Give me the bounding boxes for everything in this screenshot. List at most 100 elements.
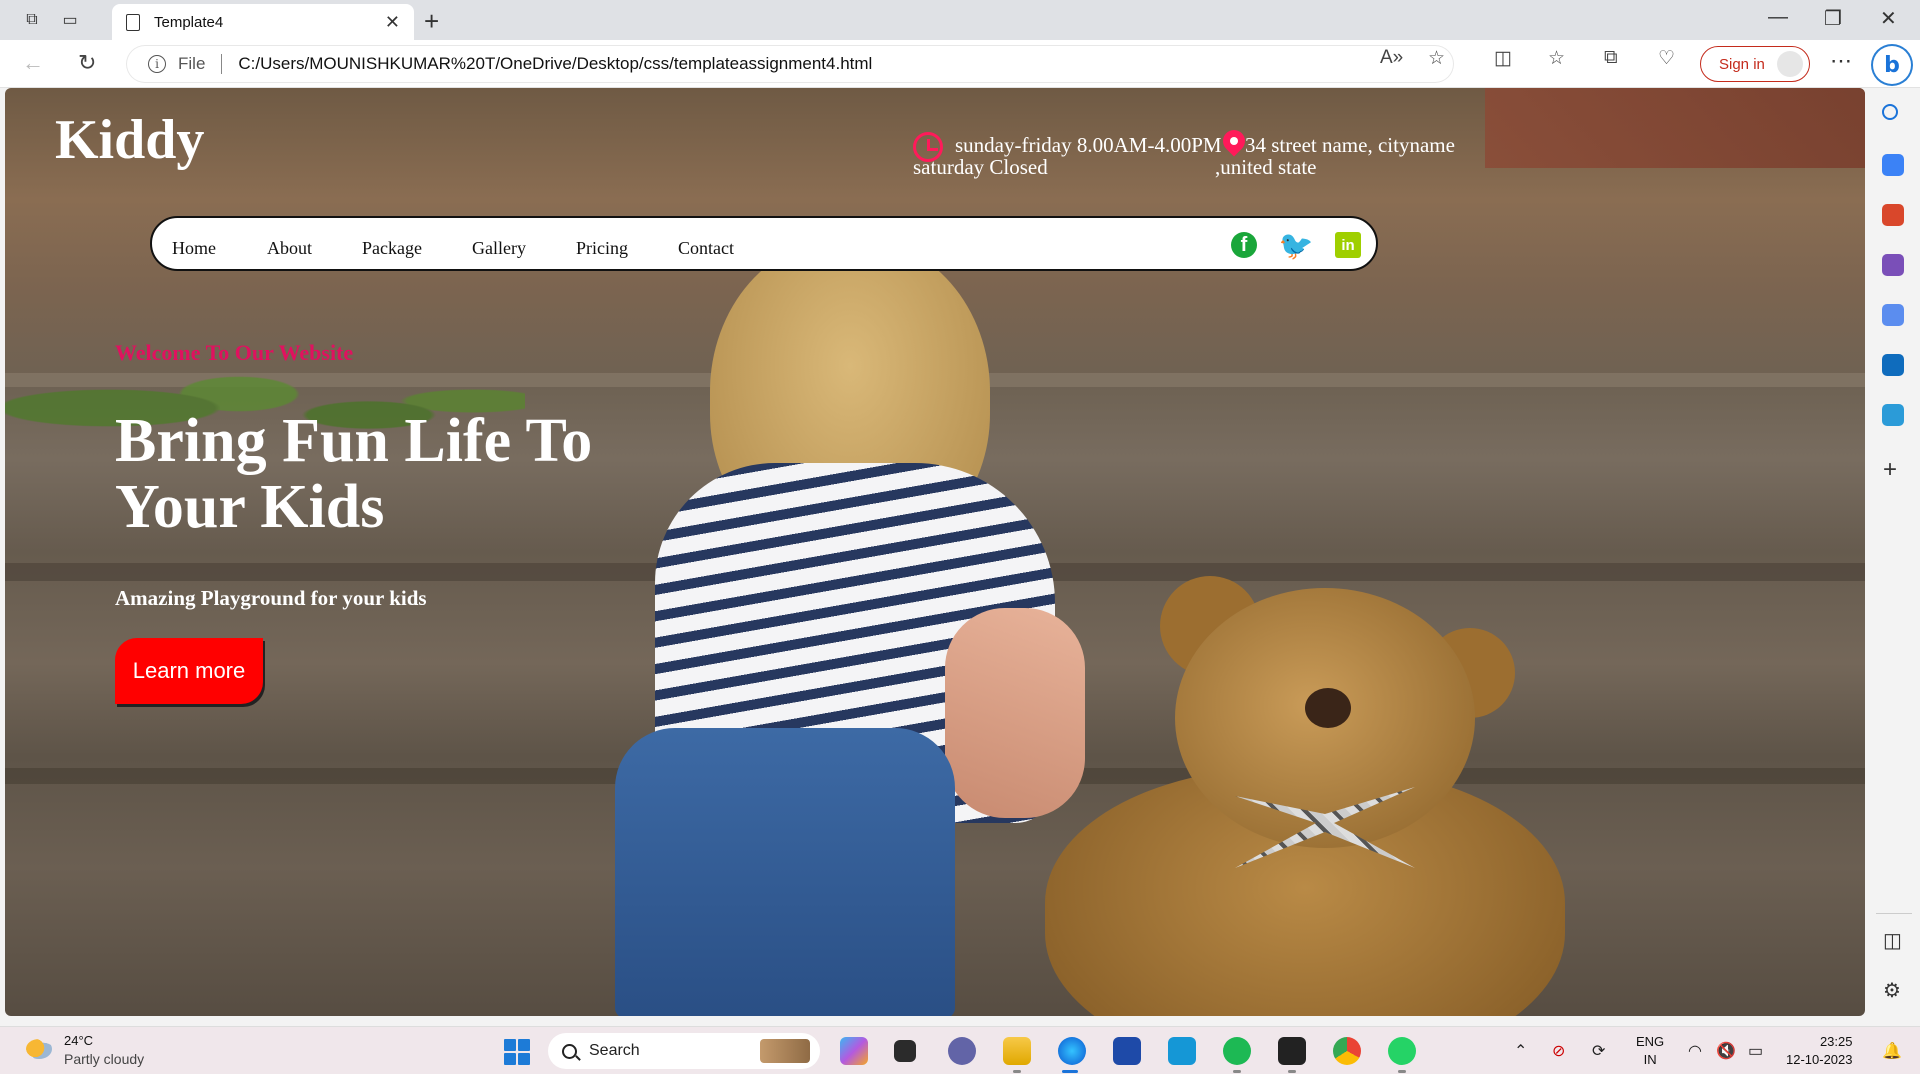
running-indicator — [1233, 1070, 1241, 1073]
back-icon[interactable]: ← — [22, 50, 44, 76]
address-line-1: 34 street name, cityname — [1245, 133, 1455, 157]
read-aloud-icon[interactable]: A» — [1380, 47, 1403, 69]
url-text[interactable]: C:/Users/MOUNISHKUMAR%20T/OneDrive/Deskt… — [238, 54, 872, 74]
search-highlight-image — [760, 1039, 810, 1063]
main-navbar: Home About Package Gallery Pricing Conta… — [150, 216, 1378, 271]
tab-bar: ⧉ ▭ Template4 ✕ + — ❐ ✕ — [0, 0, 1920, 40]
battery-icon[interactable]: ▭ — [1748, 1041, 1763, 1061]
close-tab-icon[interactable]: ✕ — [385, 12, 400, 33]
search-icon[interactable] — [1882, 104, 1898, 120]
add-sidebar-icon[interactable]: + — [1883, 456, 1897, 484]
copilot-icon[interactable]: b — [1873, 46, 1911, 84]
browser-essentials-icon[interactable]: ♡ — [1658, 47, 1675, 70]
address-bar[interactable]: i File C:/Users/MOUNISHKUMAR%20T/OneDriv… — [126, 45, 1454, 83]
clock-icon — [913, 132, 943, 162]
file-explorer-icon[interactable] — [1003, 1037, 1031, 1065]
outlook-icon[interactable] — [1882, 354, 1904, 376]
facebook-icon[interactable]: f — [1231, 232, 1257, 258]
refresh-icon[interactable]: ↻ — [78, 50, 96, 76]
twitter-icon[interactable]: 🐦 — [1279, 230, 1314, 261]
clock-date: 12-10-2023 — [1786, 1052, 1853, 1067]
teams-chat-icon[interactable] — [948, 1037, 976, 1065]
drop-icon[interactable] — [1882, 404, 1904, 426]
show-hidden-icons-icon[interactable]: ⌃ — [1514, 1041, 1527, 1061]
toddler-jeans — [615, 728, 955, 1016]
brick-wall — [1485, 88, 1865, 168]
url-scheme-label: File — [178, 54, 206, 73]
games-icon[interactable] — [1882, 254, 1904, 276]
running-indicator — [1013, 1070, 1021, 1073]
close-window-icon[interactable]: ✕ — [1880, 6, 1897, 31]
copilot-app-icon[interactable] — [840, 1037, 868, 1065]
new-tab-icon[interactable]: + — [424, 6, 439, 37]
sign-in-label: Sign in — [1719, 55, 1765, 73]
task-view-icon[interactable] — [894, 1040, 916, 1062]
nav-package[interactable]: Package — [362, 238, 422, 259]
language-indicator[interactable]: ENG IN — [1636, 1033, 1664, 1069]
security-icon[interactable]: ⊘ — [1552, 1041, 1565, 1061]
minimize-icon[interactable]: — — [1768, 6, 1788, 29]
wifi-icon[interactable]: ◠ — [1688, 1041, 1702, 1061]
start-button[interactable] — [504, 1039, 530, 1065]
system-clock[interactable]: 23:25 12-10-2023 — [1786, 1033, 1853, 1069]
tab-actions-icon[interactable]: ▭ — [58, 8, 82, 32]
browser-toolbar: ← ↻ i File C:/Users/MOUNISHKUMAR%20T/One… — [0, 40, 1920, 88]
opening-hours: sunday-friday 8.00AM-4.00PM saturday Clo… — [913, 132, 1222, 179]
weather-icon[interactable] — [26, 1039, 52, 1059]
search-label: Search — [589, 1042, 640, 1059]
nav-about[interactable]: About — [267, 238, 312, 259]
whatsapp-icon[interactable] — [1388, 1037, 1416, 1065]
restore-icon[interactable]: ❐ — [1824, 6, 1842, 31]
favorite-star-icon[interactable]: ☆ — [1428, 47, 1445, 70]
settings-gear-icon[interactable]: ⚙ — [1883, 978, 1901, 1003]
taskbar-search[interactable]: Search — [548, 1033, 820, 1069]
terminal-icon[interactable] — [1278, 1037, 1306, 1065]
learn-more-button[interactable]: Learn more — [115, 638, 263, 704]
tab-template4[interactable]: Template4 ✕ — [112, 4, 414, 40]
hide-sidebar-icon[interactable]: ◫ — [1883, 928, 1902, 953]
edge-icon[interactable] — [1058, 1037, 1086, 1065]
toddler-arm — [945, 608, 1085, 818]
weather-desc[interactable]: Partly cloudy — [64, 1051, 144, 1067]
sign-in-button[interactable]: Sign in — [1700, 46, 1810, 82]
active-indicator — [1062, 1070, 1078, 1073]
teddy-bear-nose — [1305, 688, 1351, 728]
shopping-icon[interactable] — [1882, 154, 1904, 176]
region-code: IN — [1643, 1052, 1657, 1067]
hero-tagline: Amazing Playground for your kids — [115, 586, 427, 610]
address: 34 street name, cityname ,united state — [1215, 125, 1455, 179]
sync-icon[interactable]: ⟳ — [1592, 1041, 1605, 1061]
speaker-muted-icon[interactable]: 🔇 — [1716, 1041, 1736, 1061]
weather-temp[interactable]: 24°C — [64, 1033, 93, 1048]
hours-line-2: saturday Closed — [913, 155, 1048, 179]
spotify-icon[interactable] — [1223, 1037, 1251, 1065]
favorites-icon[interactable]: ☆ — [1548, 47, 1565, 70]
linkedin-icon[interactable]: in — [1335, 232, 1361, 258]
store-icon[interactable] — [1113, 1037, 1141, 1065]
avatar — [1777, 51, 1803, 77]
page-icon — [126, 13, 140, 31]
microsoft365-icon[interactable] — [1882, 304, 1904, 326]
language-code: ENG — [1636, 1034, 1665, 1049]
lens-app-icon[interactable] — [1168, 1037, 1196, 1065]
clock-time: 23:25 — [1819, 1034, 1853, 1049]
welcome-text: Welcome To Our Website — [115, 340, 354, 365]
info-icon[interactable]: i — [148, 55, 166, 73]
nav-gallery[interactable]: Gallery — [472, 238, 526, 259]
address-line-2: ,united state — [1215, 155, 1317, 179]
nav-contact[interactable]: Contact — [678, 238, 734, 259]
notifications-icon[interactable]: 🔔 — [1882, 1041, 1902, 1061]
collections-icon[interactable]: ⧉ — [1604, 47, 1618, 69]
more-icon[interactable]: ⋯ — [1830, 48, 1852, 74]
search-icon — [562, 1043, 577, 1059]
site-logo[interactable]: Kiddy — [55, 108, 204, 172]
split-screen-icon[interactable]: ◫ — [1494, 47, 1512, 70]
windows-taskbar: 24°C Partly cloudy Search ⌃ ⊘ ⟳ ENG IN ◠… — [0, 1026, 1920, 1074]
web-page: Kiddy sunday-friday 8.00AM-4.00PM saturd… — [5, 88, 1865, 1016]
nav-pricing[interactable]: Pricing — [576, 238, 628, 259]
running-indicator — [1398, 1070, 1406, 1073]
chrome-icon[interactable] — [1333, 1037, 1361, 1065]
nav-home[interactable]: Home — [172, 238, 216, 259]
workspaces-icon[interactable]: ⧉ — [20, 8, 44, 32]
tools-icon[interactable] — [1882, 204, 1904, 226]
